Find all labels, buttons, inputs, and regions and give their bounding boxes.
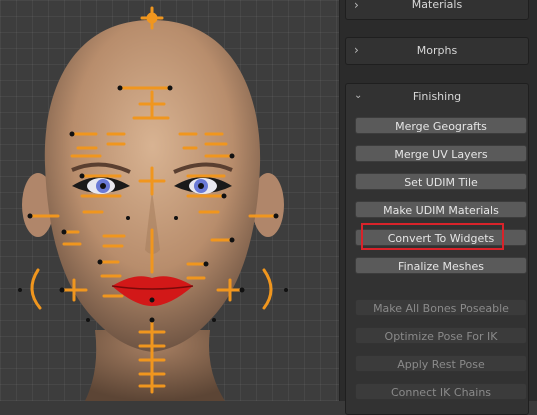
make-all-bones-poseable-button[interactable]: Make All Bones Poseable	[355, 299, 527, 316]
finishing-title: Finishing	[412, 90, 462, 103]
apply-rest-pose-button[interactable]: Apply Rest Pose	[355, 355, 527, 372]
morphs-panel[interactable]: › Morphs	[345, 37, 529, 65]
finishing-header[interactable]: ⌄ Finishing	[346, 84, 528, 110]
finishing-panel: ⌄ Finishing Merge Geografts Merge UV Lay…	[345, 83, 529, 415]
morphs-header[interactable]: › Morphs	[346, 38, 528, 64]
morphs-title: Morphs	[416, 44, 458, 57]
convert-to-widgets-button[interactable]: Convert To Widgets	[355, 229, 527, 246]
properties-sidebar: › Materials › Morphs ⌄ Finishing Merge G…	[339, 0, 537, 415]
set-udim-tile-button[interactable]: Set UDIM Tile	[355, 173, 527, 190]
3d-viewport[interactable]	[0, 0, 339, 401]
head-model-render	[18, 6, 288, 401]
optimize-pose-for-ik-button[interactable]: Optimize Pose For IK	[355, 327, 527, 344]
finalize-meshes-button[interactable]: Finalize Meshes	[355, 257, 527, 274]
merge-uv-layers-button[interactable]: Merge UV Layers	[355, 145, 527, 162]
connect-ik-chains-button[interactable]: Connect IK Chains	[355, 383, 527, 400]
make-udim-materials-button[interactable]: Make UDIM Materials	[355, 201, 527, 218]
merge-geografts-button[interactable]: Merge Geografts	[355, 117, 527, 134]
blender-window: › Materials › Morphs ⌄ Finishing Merge G…	[0, 0, 537, 415]
sidebar-scrollbar[interactable]	[532, 0, 535, 401]
materials-panel[interactable]: › Materials	[345, 0, 529, 20]
materials-header[interactable]: › Materials	[346, 0, 528, 19]
materials-title: Materials	[411, 0, 463, 11]
